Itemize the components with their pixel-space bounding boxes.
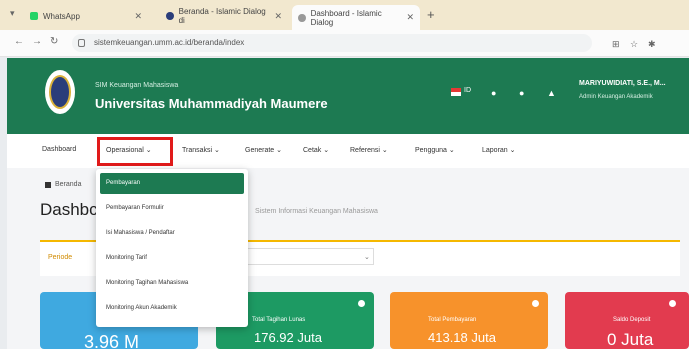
language-label[interactable]: ID: [464, 87, 471, 94]
user-role: Admin Keuangan Akademik: [579, 94, 653, 100]
card-value: 413.18 Juta: [428, 330, 496, 345]
whatsapp-icon: [30, 12, 38, 20]
tab-label: Dashboard - Islamic Dialog: [310, 8, 382, 27]
nav-transaksi[interactable]: Transaksi ⌄: [182, 146, 220, 154]
nav-cetak[interactable]: Cetak ⌄: [303, 146, 329, 154]
menu-item-pembayaran-formulir[interactable]: Pembayaran Formulir: [100, 198, 244, 219]
menu-item-monitoring-akun[interactable]: Monitoring Akun Akademik: [100, 298, 244, 319]
operasional-dropdown-menu: Pembayaran Pembayaran Formulir Isi Mahas…: [96, 169, 248, 327]
card-value: 176.92 Juta: [254, 330, 322, 345]
info-dot-icon: [358, 300, 365, 307]
indonesia-flag-icon[interactable]: [451, 88, 461, 96]
chevron-down-icon[interactable]: ⌄: [364, 253, 370, 261]
back-icon[interactable]: ←: [14, 36, 24, 47]
browser-tab-bar: ▾ WhatsApp ✕ Beranda - Islamic Dialog di…: [0, 0, 689, 30]
menu-item-isi-mahasiswa[interactable]: Isi Mahasiswa / Pendaftar: [100, 223, 244, 244]
nav-generate[interactable]: Generate ⌄: [245, 146, 282, 154]
screen: ▾ WhatsApp ✕ Beranda - Islamic Dialog di…: [0, 0, 689, 349]
close-icon[interactable]: ✕: [406, 12, 414, 23]
nav-referensi[interactable]: Referensi ⌄: [350, 146, 388, 154]
highlight-box: [97, 137, 173, 166]
close-icon[interactable]: ✕: [274, 11, 282, 22]
message-icon[interactable]: ●: [519, 88, 524, 98]
university-name: Universitas Muhammadiyah Maumere: [95, 96, 328, 111]
user-name[interactable]: MARIYUWIDIATI, S.E., M...: [579, 80, 666, 87]
notification-bell-icon[interactable]: ●: [491, 88, 496, 98]
home-icon: [45, 182, 51, 188]
periode-select[interactable]: [240, 248, 374, 265]
browser-tab-beranda[interactable]: Beranda - Islamic Dialog di ✕: [160, 4, 288, 28]
university-logo: [45, 70, 75, 114]
menu-item-monitoring-tarif[interactable]: Monitoring Tarif: [100, 248, 244, 269]
app-subtitle: SIM Keuangan Mahasiswa: [95, 82, 179, 89]
card-title: Total Tagihan Lunas: [252, 317, 306, 323]
user-icon[interactable]: ▲: [547, 88, 556, 98]
page-subtitle: Sistem Informasi Keuangan Mahasiswa: [255, 208, 378, 215]
tab-search-icon[interactable]: ▾: [10, 8, 15, 19]
card-value: 3.96 M: [84, 332, 140, 349]
nav-pengguna[interactable]: Pengguna ⌄: [415, 146, 455, 154]
app-header: SIM Keuangan Mahasiswa Universitas Muham…: [7, 58, 689, 134]
breadcrumb[interactable]: Beranda: [55, 181, 81, 188]
url-field[interactable]: sistemkeuangan.umm.ac.id/beranda/index: [72, 34, 592, 52]
loading-icon: [298, 13, 306, 22]
card-title: Saldo Deposit: [613, 317, 651, 323]
extensions-icon[interactable]: ✱: [648, 39, 656, 50]
close-icon[interactable]: ✕: [134, 11, 142, 22]
nav-laporan[interactable]: Laporan ⌄: [482, 146, 516, 154]
nav-dashboard[interactable]: Dashboard: [42, 146, 76, 153]
info-dot-icon: [669, 300, 676, 307]
info-dot-icon: [532, 300, 539, 307]
stat-card-total-pembayaran[interactable]: Total Pembayaran 413.18 Juta: [390, 292, 548, 349]
menu-item-monitoring-tagihan[interactable]: Monitoring Tagihan Mahasiswa: [100, 273, 244, 294]
bookmark-star-icon[interactable]: ☆: [630, 39, 638, 50]
stat-card-saldo-deposit[interactable]: Saldo Deposit 0 Juta: [565, 292, 689, 349]
reload-icon[interactable]: ↻: [50, 36, 58, 47]
tab-label: Beranda - Islamic Dialog di: [178, 7, 266, 25]
address-bar-row: ← → ↻ sistemkeuangan.umm.ac.id/beranda/i…: [0, 30, 689, 57]
browser-tab-whatsapp[interactable]: WhatsApp ✕: [24, 4, 148, 28]
page-title: Dashbc: [40, 200, 98, 219]
card-title: Total Pembayaran: [428, 317, 477, 323]
lock-icon[interactable]: [78, 39, 85, 47]
menu-item-pembayaran[interactable]: Pembayaran: [100, 173, 244, 194]
new-tab-icon[interactable]: +: [427, 7, 435, 22]
site-favicon-icon: [166, 12, 174, 20]
periode-label: Periode: [48, 254, 73, 261]
tab-label: WhatsApp: [43, 11, 80, 21]
forward-icon[interactable]: →: [32, 36, 42, 47]
browser-tab-dashboard[interactable]: Dashboard - Islamic Dialog ✕: [292, 5, 420, 30]
translate-icon[interactable]: ⊞: [612, 39, 620, 50]
card-value: 0 Juta: [607, 330, 654, 349]
